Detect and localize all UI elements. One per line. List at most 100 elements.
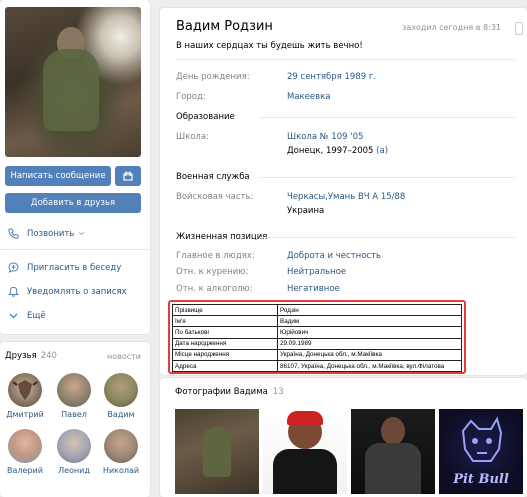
main-in-people-row: Главное в людях: Доброта и честность	[176, 251, 381, 261]
photo-thumbnail[interactable]	[263, 409, 347, 494]
invite-to-chat-action[interactable]: Пригласить в беседу	[8, 262, 121, 273]
photo-subject-body	[273, 449, 337, 494]
school-row: Школа: Школа № 109 '05	[176, 132, 363, 142]
notify-action[interactable]: Уведомлять о записях	[8, 286, 127, 297]
coat-of-arms-icon	[12, 380, 38, 400]
divider	[176, 59, 515, 60]
smoking-value[interactable]: Нейтральное	[287, 267, 346, 277]
school-class-link[interactable]: (а)	[376, 146, 388, 156]
school-value[interactable]: Школа № 109 '05	[287, 132, 363, 142]
friend-item[interactable]: Вадим	[101, 373, 141, 419]
education-title: Образование	[176, 112, 235, 122]
pitbull-logo-icon: Pit Bull	[452, 416, 509, 487]
school-detail: Донецк, 1997–2005 (а)	[287, 146, 388, 156]
friend-item[interactable]: Николай	[101, 429, 141, 475]
photo-thumbnail[interactable]	[351, 409, 435, 494]
smoking-row: Отн. к курению: Нейтральное	[176, 267, 346, 277]
table-value: Родзін	[277, 303, 462, 317]
avatar	[57, 429, 91, 463]
table-key: Ім'я	[172, 315, 278, 328]
military-title: Военная служба	[176, 172, 250, 182]
main-in-people-value[interactable]: Доброта и честность	[287, 251, 381, 261]
friend-name: Валерий	[7, 466, 43, 475]
unit-row: Войсковая часть: Черкасы,Умань ВЧ А 15/8…	[176, 192, 405, 202]
photo-subject-cap	[287, 411, 323, 425]
divider	[260, 237, 515, 238]
divider	[260, 117, 515, 118]
data-table: Прізвище Родзін Ім'я Вадим По батькові Юрій…	[172, 303, 462, 373]
table-value: Україна, Донецька обл., м.Макіївка	[277, 348, 462, 361]
friend-item[interactable]: Дмитрий	[5, 373, 45, 419]
friend-item[interactable]: Валерий	[5, 429, 45, 475]
chevron-down-icon	[79, 231, 85, 236]
add-friend-button[interactable]: Добавить в друзья	[5, 193, 141, 213]
table-key: Адреса	[172, 359, 278, 373]
send-message-button[interactable]: Написать сообщение	[5, 166, 111, 186]
main-in-people-label: Главное в людях:	[176, 251, 255, 261]
table-row: Адреса 86107, Україна, Донецька обл., м.М…	[172, 359, 462, 373]
highlighted-data-table: Прізвище Родзін Ім'я Вадим По батькові Юрій…	[168, 300, 466, 374]
photos-block: Фотографии Вадима 13 Pit Bull	[160, 378, 527, 497]
bell-icon	[8, 286, 19, 297]
friend-name: Николай	[102, 466, 140, 475]
friend-name: Вадим	[107, 410, 135, 419]
photo-subject-body	[365, 443, 421, 494]
unit-country: Украина	[287, 206, 325, 216]
friend-name: Дмитрий	[6, 410, 44, 419]
birthday-value[interactable]: 29 сентября 1989 г.	[287, 72, 376, 82]
chevron-down-icon	[9, 313, 18, 319]
table-value: 29.09.1989	[277, 337, 462, 350]
call-label: Позвонить	[27, 228, 75, 239]
more-action[interactable]: Ещё	[8, 310, 46, 321]
friends-block: Друзья 240 новости Дмитрий Павел Вадим Ва…	[0, 342, 150, 497]
unit-value[interactable]: Черкасы,Умань ВЧ А 15/88	[287, 192, 405, 202]
table-key: Дата народження	[172, 337, 278, 350]
friend-item[interactable]: Леонид	[54, 429, 94, 475]
table-key: По батькові	[172, 326, 278, 339]
profile-photo[interactable]	[5, 7, 141, 157]
avatar	[57, 373, 91, 407]
table-key: Місце народження	[172, 348, 278, 361]
table-row: По батькові Юрійович	[172, 326, 462, 339]
photo-subject-head	[381, 417, 405, 445]
city-value[interactable]: Макеевка	[287, 92, 331, 102]
table-row: Ім'я Вадим	[172, 315, 462, 328]
more-label: Ещё	[27, 310, 46, 321]
divider	[0, 249, 150, 250]
scrollbar[interactable]	[515, 22, 523, 35]
friend-name: Леонид	[58, 466, 90, 475]
invite-label: Пригласить в беседу	[27, 262, 122, 273]
school-detail-text: Донецк, 1997–2005	[287, 146, 374, 156]
table-row: Дата народження 29.09.1989	[172, 337, 462, 350]
avatar	[104, 429, 138, 463]
table-value: Юрійович	[277, 326, 462, 339]
profile-sidebar: Написать сообщение Добавить в друзья Поз…	[0, 0, 150, 334]
chat-plus-icon	[8, 262, 19, 273]
city-row: Город: Макеевка	[176, 92, 331, 102]
table-row: Прізвище Родзін	[172, 303, 462, 317]
alcohol-value[interactable]: Негативное	[287, 284, 340, 294]
friend-name: Павел	[61, 410, 87, 419]
photo-subject-body	[43, 49, 99, 131]
friends-title[interactable]: Друзья 240	[5, 351, 57, 361]
friend-item[interactable]: Павел	[54, 373, 94, 419]
photo-thumbnail[interactable]	[175, 409, 259, 494]
photo-thumbnail[interactable]: Pit Bull	[439, 409, 523, 494]
call-action[interactable]: Позвонить	[8, 228, 85, 239]
photos-title-text: Фотографии Вадима	[175, 387, 268, 397]
photos-count: 13	[272, 387, 284, 397]
friends-count: 240	[40, 351, 57, 361]
notify-label: Уведомлять о записях	[27, 286, 127, 297]
photo-subject	[203, 427, 231, 477]
avatar	[104, 373, 138, 407]
avatar	[8, 373, 42, 407]
table-row: Місце народження Україна, Донецька обл., …	[172, 348, 462, 361]
friends-news-link[interactable]: новости	[107, 352, 141, 361]
birthday-row: День рождения: 29 сентября 1989 г.	[176, 72, 376, 82]
city-label: Город:	[176, 92, 206, 102]
photos-title[interactable]: Фотографии Вадима 13	[175, 387, 284, 397]
gift-button[interactable]	[115, 166, 141, 186]
birthday-label: День рождения:	[176, 72, 250, 82]
gift-icon	[123, 171, 133, 181]
school-label: Школа:	[176, 132, 209, 142]
